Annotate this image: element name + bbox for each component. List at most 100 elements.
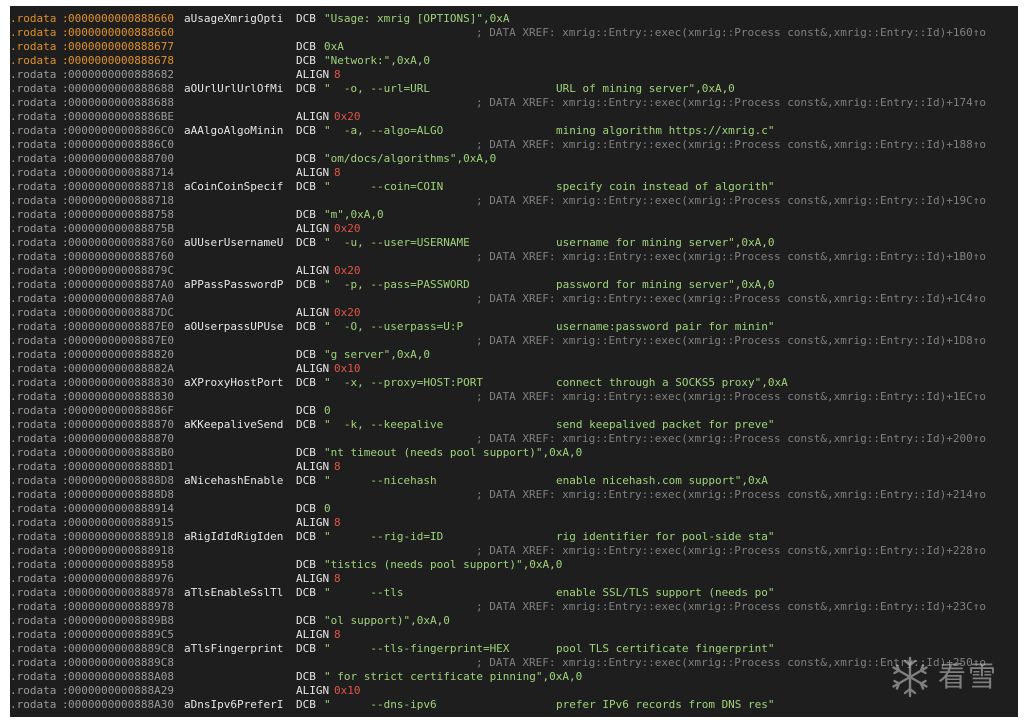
mnemonic: DCB (296, 208, 316, 221)
listing-line[interactable]: .rodata 00000000008889C5: ALIGN 8 (10, 628, 1018, 642)
listing-line[interactable]: .rodata 0000000000888677: DCB 0xA (10, 40, 1018, 54)
string-continuation: mining algorithm https://xmrig.c" (556, 124, 775, 137)
operand-part: " --rig-id=ID (324, 530, 444, 543)
xref-offset[interactable]: 1EC↑o (953, 390, 986, 403)
listing-line[interactable]: .rodata 000000000088886F: DCB 0 (10, 404, 1018, 418)
operand: " --coin=COIN (324, 180, 443, 194)
listing-line[interactable]: .rodata 00000000008887E0: aOUserpassUPUse D… (10, 320, 1018, 334)
segment-name: .rodata (10, 320, 57, 333)
listing-line[interactable]: .rodata 0000000000888978: ; DATA XREF: xmr… (10, 600, 1018, 614)
listing-line[interactable]: .rodata 0000000000888976: ALIGN 8 (10, 572, 1018, 586)
listing-line[interactable]: .rodata 00000000008887E0: ; DATA XREF: xmr… (10, 334, 1018, 348)
segment-name: .rodata (10, 614, 57, 627)
segment-name: .rodata (10, 670, 57, 683)
data-label: aDnsIpv6PreferI (184, 698, 284, 711)
address-separator: : (62, 68, 69, 81)
listing-line[interactable]: .rodata 0000000000888700: DCB "om/docs/algo… (10, 152, 1018, 166)
xref-offset[interactable]: 23C↑o (953, 600, 986, 613)
listing-line[interactable]: .rodata 00000000008889C8: ; DATA XREF: xmr… (10, 656, 1018, 670)
listing-line[interactable]: .rodata 0000000000888870: aKKeepaliveSend D… (10, 418, 1018, 432)
listing-line[interactable]: .rodata 0000000000888760: ; DATA XREF: xmr… (10, 250, 1018, 264)
listing-line[interactable]: .rodata 0000000000888A30: aDnsIpv6PreferI D… (10, 698, 1018, 712)
xref-prefix: ; DATA XREF: xmrig::Entry::exec(xmrig::P… (476, 26, 953, 39)
listing-line[interactable]: .rodata 0000000000888688: ; DATA XREF: xmr… (10, 96, 1018, 110)
listing-line[interactable]: .rodata 0000000000888870: ; DATA XREF: xmr… (10, 432, 1018, 446)
line-address: 00000000008888D8 (68, 488, 174, 501)
xref-offset[interactable]: 228↑o (953, 544, 986, 557)
listing-line[interactable]: .rodata 0000000000888718: aCoinCoinSpecif D… (10, 180, 1018, 194)
address-separator: : (62, 334, 69, 347)
operand-part: 8 (334, 68, 341, 81)
segment-name: .rodata (10, 68, 57, 81)
listing-line[interactable]: .rodata 00000000008887DC: ALIGN 0x20 (10, 306, 1018, 320)
operand: " -O, --userpass=U:P (324, 320, 463, 334)
segment-name: .rodata (10, 376, 57, 389)
listing-line[interactable]: .rodata 0000000000888760: aUUserUsernameU D… (10, 236, 1018, 250)
listing-line[interactable]: .rodata 00000000008886C0: ; DATA XREF: xmr… (10, 138, 1018, 152)
line-address: 0000000000888760 (68, 236, 174, 249)
listing-line[interactable]: .rodata 0000000000888830: ; DATA XREF: xmr… (10, 390, 1018, 404)
xref-offset[interactable]: 1D8↑o (953, 334, 986, 347)
listing-line[interactable]: .rodata 000000000088875B: ALIGN 0x20 (10, 222, 1018, 236)
listing-line[interactable]: .rodata 00000000008888D1: ALIGN 8 (10, 460, 1018, 474)
mnemonic: ALIGN (296, 306, 330, 319)
operand: 0 (324, 404, 331, 418)
listing-line[interactable]: .rodata 0000000000888820: DCB "g server",0x… (10, 348, 1018, 362)
address-separator: : (62, 54, 69, 67)
disassembly-view[interactable]: .rodata 0000000000888660: aUsageXmrigOpti D… (10, 6, 1018, 717)
listing-line[interactable]: .rodata 0000000000888A29: ALIGN 0x10 (10, 684, 1018, 698)
address-separator: : (62, 292, 69, 305)
line-address: 00000000008886BE (68, 110, 174, 123)
segment-name: .rodata (10, 138, 57, 151)
listing-line[interactable]: .rodata 0000000000888718: ; DATA XREF: xmr… (10, 194, 1018, 208)
xref-offset[interactable]: 1C4↑o (953, 292, 986, 305)
operand: "om/docs/algorithms",0xA,0 (324, 152, 496, 166)
listing-line[interactable]: .rodata 0000000000888915: ALIGN 8 (10, 516, 1018, 530)
listing-line[interactable]: .rodata 0000000000888918: ; DATA XREF: xmr… (10, 544, 1018, 558)
address-separator: : (62, 390, 69, 403)
segment-name: .rodata (10, 446, 57, 459)
listing-line[interactable]: .rodata 0000000000888660: aUsageXmrigOpti D… (10, 12, 1018, 26)
listing-line[interactable]: .rodata 0000000000888914: DCB 0 (10, 502, 1018, 516)
listing-line[interactable]: .rodata 00000000008888D8: ; DATA XREF: xmr… (10, 488, 1018, 502)
listing-line[interactable]: .rodata 0000000000888758: DCB "m",0xA,0 (10, 208, 1018, 222)
mnemonic: ALIGN (296, 68, 330, 81)
listing-line[interactable]: .rodata 0000000000888978: aTlsEnableSslTl D… (10, 586, 1018, 600)
operand-part: 0x20 (334, 306, 361, 319)
listing-line[interactable]: .rodata 0000000000888688: aOUrlUrlUrlOfMi D… (10, 82, 1018, 96)
operand: " -o, --url=URL (324, 82, 430, 96)
xref-prefix: ; DATA XREF: xmrig::Entry::exec(xmrig::P… (476, 138, 953, 151)
listing-line[interactable]: .rodata 0000000000888958: DCB "tistics (nee… (10, 558, 1018, 572)
listing-line[interactable]: .rodata 00000000008888B0: DCB "nt timeout (… (10, 446, 1018, 460)
listing-line[interactable]: .rodata 00000000008887A0: aPPassPasswordP D… (10, 278, 1018, 292)
mnemonic: DCB (296, 502, 316, 515)
data-label: aPPassPasswordP (184, 278, 284, 291)
listing-line[interactable]: .rodata 000000000088879C: ALIGN 0x20 (10, 264, 1018, 278)
listing-line[interactable]: .rodata 0000000000888830: aXProxyHostPort D… (10, 376, 1018, 390)
xref-prefix: ; DATA XREF: xmrig::Entry::exec(xmrig::P… (476, 544, 953, 557)
listing-line[interactable]: .rodata 00000000008886C0: aAAlgoAlgoMinin D… (10, 124, 1018, 138)
segment-name: .rodata (10, 558, 57, 571)
listing-line[interactable]: .rodata 0000000000888660: ; DATA XREF: xmr… (10, 26, 1018, 40)
listing-line[interactable]: .rodata 0000000000888678: DCB "Network:",0x… (10, 54, 1018, 68)
xref-offset[interactable]: 188↑o (953, 138, 986, 151)
address-separator: : (62, 530, 69, 543)
xref-offset[interactable]: 200↑o (953, 432, 986, 445)
listing-line[interactable]: .rodata 0000000000888918: aRigIdIdRigIden D… (10, 530, 1018, 544)
address-separator: : (62, 446, 69, 459)
xref-offset[interactable]: 214↑o (953, 488, 986, 501)
xref-offset[interactable]: 1B0↑o (953, 250, 986, 263)
listing-line[interactable]: .rodata 00000000008888D8: aNicehashEnable D… (10, 474, 1018, 488)
listing-line[interactable]: .rodata 00000000008889C8: aTlsFingerprint D… (10, 642, 1018, 656)
listing-line[interactable]: .rodata 0000000000888714: ALIGN 8 (10, 166, 1018, 180)
listing-line[interactable]: .rodata 0000000000888A08: DCB " for strict … (10, 670, 1018, 684)
xref-offset[interactable]: 174↑o (953, 96, 986, 109)
listing-line[interactable]: .rodata 00000000008889B8: DCB "ol support)"… (10, 614, 1018, 628)
xref-offset[interactable]: 160↑o (953, 26, 986, 39)
listing-line[interactable]: .rodata 00000000008886BE: ALIGN 0x20 (10, 110, 1018, 124)
xref-offset[interactable]: 19C↑o (953, 194, 986, 207)
listing-line[interactable]: .rodata 000000000088882A: ALIGN 0x10 (10, 362, 1018, 376)
operand-part: " -p, --pass=PASSWORD (324, 278, 470, 291)
listing-line[interactable]: .rodata 0000000000888682: ALIGN 8 (10, 68, 1018, 82)
listing-line[interactable]: .rodata 00000000008887A0: ; DATA XREF: xmr… (10, 292, 1018, 306)
